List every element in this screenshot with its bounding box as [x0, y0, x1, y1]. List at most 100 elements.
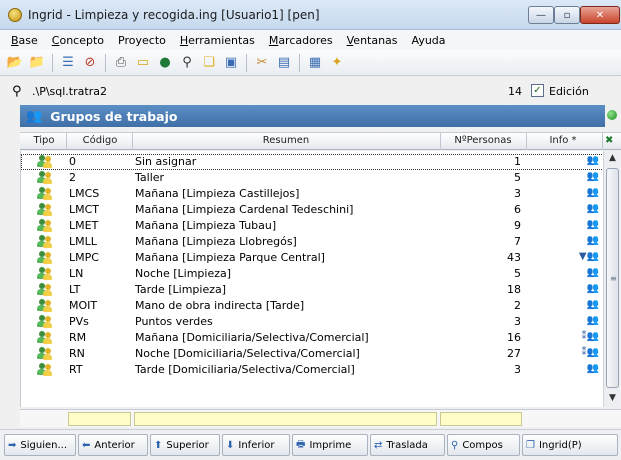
folder-user-icon[interactable]: 📁 — [28, 54, 46, 72]
bottom-bar: ➡ Siguien... ⬅ Anterior ⬆ Superior ⬇ Inferio… — [0, 429, 621, 460]
people-icon — [37, 250, 53, 264]
table-row[interactable]: LMET Mañana [Limpieza Tubau] 9 👥 — [21, 218, 604, 234]
column-header-info[interactable]: Info * — [526, 135, 600, 146]
table-row[interactable]: RT Tarde [Domiciliaria/Selectiva/Comercia… — [21, 362, 604, 378]
cell-info-icon[interactable]: 👥 — [527, 315, 599, 326]
inferior-button-label: Inferior — [238, 439, 275, 451]
window-icon[interactable]: ▣ — [222, 54, 240, 72]
list-icon[interactable]: ☰ — [59, 54, 77, 72]
column-divider[interactable] — [602, 133, 603, 150]
vertical-scrollbar[interactable]: ▲ ≡ ▼ — [603, 151, 620, 407]
cell-codigo: LMLL — [69, 235, 97, 248]
chart-icon[interactable]: ▤ — [275, 54, 293, 72]
table-row[interactable]: LMPC Mañana [Limpieza Parque Central] 43 ▼👥 — [21, 250, 604, 266]
menu-base[interactable]: Base — [4, 34, 45, 47]
inferior-button[interactable]: ⬇ Inferior — [222, 434, 290, 456]
cell-info-icon[interactable]: 👥 — [527, 267, 599, 278]
superior-button[interactable]: ⬆ Superior — [150, 434, 220, 456]
excel-export-icon[interactable]: ✖ — [605, 135, 613, 146]
menu-herramientas[interactable]: Herramientas — [173, 34, 262, 47]
table-row[interactable]: LMCS Mañana [Limpieza Castillejos] 3 👥 — [21, 186, 604, 202]
title-bar: Ingrid - Limpieza y recogida.ing [Usuari… — [0, 0, 621, 30]
table-row[interactable]: PVs Puntos verdes 3 👥 — [21, 314, 604, 330]
next-button[interactable]: ➡ Siguien... — [4, 434, 76, 456]
menu-proyecto[interactable]: Proyecto — [111, 34, 173, 47]
globe-icon[interactable]: ● — [156, 54, 174, 72]
menu-ayuda[interactable]: Ayuda — [405, 34, 453, 47]
menu-ventanas[interactable]: Ventanas — [340, 34, 405, 47]
cell-info-icon[interactable]: 👥 — [527, 187, 599, 198]
cell-info-icon[interactable]: 👥 — [527, 219, 599, 230]
cell-info-icon[interactable]: 👥 — [527, 171, 599, 182]
calendar-icon[interactable]: ▦ — [306, 54, 324, 72]
folder-open-icon[interactable]: 📂 — [6, 54, 24, 72]
menu-bar: Base Concepto Proyecto Herramientas Marc… — [0, 30, 621, 50]
group-type-icon — [37, 154, 55, 168]
table-row[interactable]: LT Tarde [Limpieza] 18 👥 — [21, 282, 604, 298]
cell-info-icon[interactable]: 👥 — [527, 283, 599, 294]
forbidden-icon[interactable]: ⊘ — [81, 54, 99, 72]
grid-body: 0 Sin asignar 1 👥 2 Taller 5 👥 LMCS Mañana [Limpi… — [20, 151, 604, 407]
cell-personas: 16 — [507, 331, 521, 344]
menu-concepto[interactable]: Concepto — [45, 34, 111, 47]
folder-icon[interactable]: ▭ — [134, 54, 152, 72]
binoculars-icon[interactable]: ⚲ — [178, 54, 196, 72]
menu-ayuda-rest: yuda — [418, 33, 446, 47]
cell-info-icon[interactable]: ⁑👥 — [527, 347, 599, 358]
tools-icon[interactable]: ✂ — [253, 54, 271, 72]
group-icon: 👥 — [26, 108, 43, 124]
table-row[interactable]: MOIT Mano de obra indirecta [Tarde] 2 👥 — [21, 298, 604, 314]
ingrid-button[interactable]: ❐ Ingrid(P) — [522, 434, 618, 456]
transfer-button[interactable]: ⇄ Traslada — [370, 434, 445, 456]
cell-info-icon[interactable]: 👥 — [527, 155, 599, 166]
cell-info-icon[interactable]: ▼👥 — [527, 251, 599, 262]
path-bar: ⚲ .\P\sql.tratra2 14 ✓ Edición — [0, 78, 621, 104]
compose-button[interactable]: ⚲ Compos — [447, 434, 520, 456]
maximize-button[interactable]: ▫ — [554, 6, 580, 24]
group-type-icon — [37, 282, 55, 296]
cell-info-icon[interactable]: 👥 — [527, 299, 599, 310]
table-row[interactable]: LMLL Mañana [Limpieza Llobregós] 7 👥 — [21, 234, 604, 250]
table-row[interactable]: 2 Taller 5 👥 — [21, 170, 604, 186]
scroll-thumb[interactable]: ≡ — [606, 168, 619, 388]
magic-icon[interactable]: ✦ — [328, 54, 346, 72]
menu-marcadores[interactable]: Marcadores — [262, 34, 340, 47]
menu-marcadores-rest: arcadores — [278, 33, 333, 47]
table-row[interactable]: RN Noche [Domiciliaria/Selectiva/Comercia… — [21, 346, 604, 362]
cell-info-icon[interactable]: ⁑👥 — [527, 331, 599, 342]
printer-icon[interactable]: ⎙ — [112, 54, 130, 72]
print-button[interactable]: 🖶 Imprime — [292, 434, 368, 456]
table-row[interactable]: 0 Sin asignar 1 👥 — [21, 154, 604, 170]
column-header-resumen[interactable]: Resumen — [132, 135, 440, 146]
column-header-codigo[interactable]: Código — [68, 135, 132, 146]
cell-personas: 3 — [514, 315, 521, 328]
table-row[interactable]: RM Mañana [Domiciliaria/Selectiva/Comerci… — [21, 330, 604, 346]
table-row[interactable]: LMCT Mañana [Limpieza Cardenal Tedeschini… — [21, 202, 604, 218]
toolbar-separator — [246, 53, 247, 72]
column-header-personas[interactable]: NºPersonas — [440, 135, 526, 146]
filter-codigo-input[interactable] — [68, 412, 131, 426]
people-icon — [37, 154, 53, 168]
close-button[interactable]: ✕ — [580, 6, 620, 24]
column-header-tipo[interactable]: Tipo — [24, 135, 64, 146]
copy-icon[interactable]: ❏ — [200, 54, 218, 72]
menu-herramientas-accel: H — [179, 33, 189, 47]
people-icon — [37, 202, 53, 216]
filter-personas-input[interactable] — [440, 412, 522, 426]
record-count: 14 — [508, 85, 522, 98]
cell-info-icon[interactable]: 👥 — [527, 235, 599, 246]
grip-icon: ≡ — [610, 274, 617, 283]
scroll-down-arrow-icon[interactable]: ▼ — [605, 391, 620, 406]
table-row[interactable]: LN Noche [Limpieza] 5 👥 — [21, 266, 604, 282]
minimize-button[interactable]: — — [528, 6, 554, 24]
cell-codigo: LT — [69, 283, 81, 296]
panel-title: Grupos de trabajo — [50, 108, 178, 124]
cell-info-icon[interactable]: 👥 — [527, 363, 599, 374]
column-divider[interactable] — [66, 133, 67, 150]
scroll-up-arrow-icon[interactable]: ▲ — [605, 151, 620, 166]
cell-info-icon[interactable]: 👥 — [527, 203, 599, 214]
panel-header: 👥 Grupos de trabajo — [20, 105, 605, 127]
previous-button[interactable]: ⬅ Anterior — [78, 434, 148, 456]
edit-checkbox[interactable]: ✓ — [531, 84, 544, 97]
filter-resumen-input[interactable] — [134, 412, 437, 426]
